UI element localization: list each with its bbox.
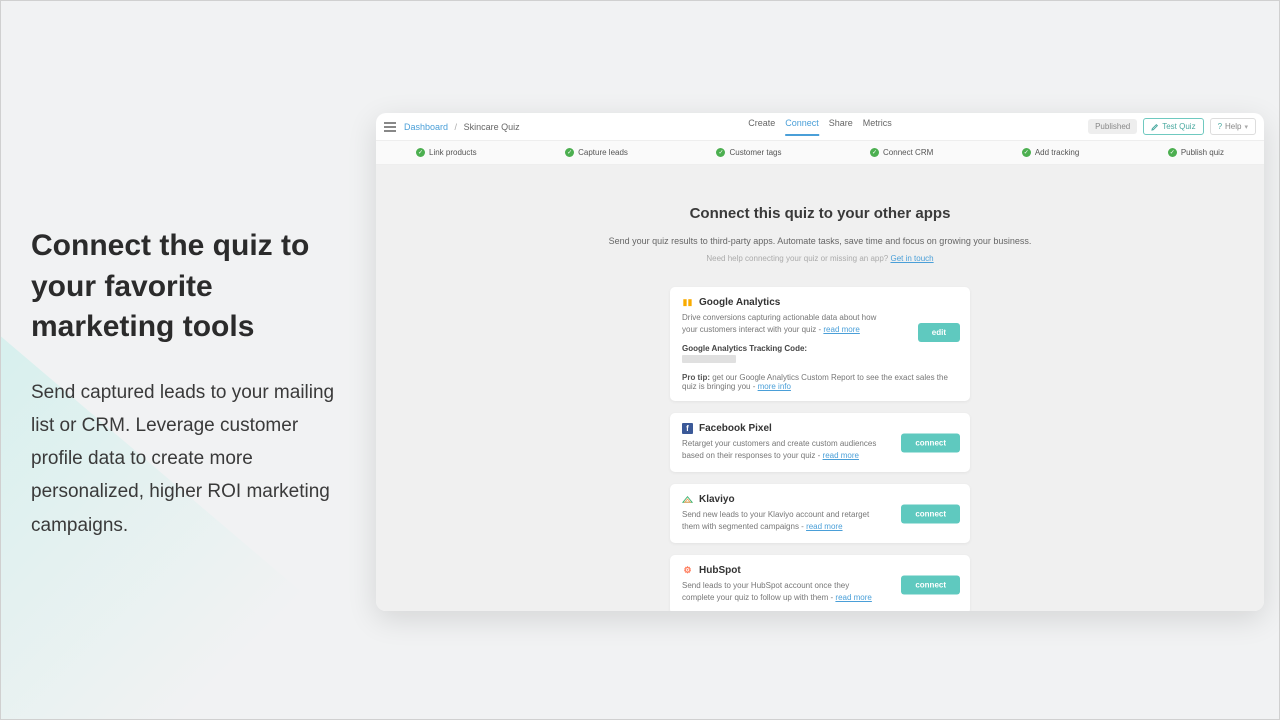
connect-button[interactable]: connect [901,433,960,452]
marketing-title: Connect the quiz to your favorite market… [31,226,351,348]
card-description: Send leads to your HubSpot account once … [682,580,882,604]
step-link-products[interactable]: Link products [416,148,477,157]
step-customer-tags[interactable]: Customer tags [716,148,781,157]
card-klaviyo: Klaviyo Send new leads to your Klaviyo a… [670,484,970,543]
card-hubspot: ⚙ HubSpot Send leads to your HubSpot acc… [670,555,970,611]
app-topbar: Dashboard / Skincare Quiz Create Connect… [376,113,1264,141]
main-tabs: Create Connect Share Metrics [748,118,892,136]
tab-metrics[interactable]: Metrics [863,118,892,136]
pro-tip: Pro tip: get our Google Analytics Custom… [682,373,958,391]
test-quiz-button[interactable]: Test Quiz [1143,118,1203,135]
question-icon: ? [1218,122,1222,131]
steps-bar: Link products Capture leads Customer tag… [376,141,1264,165]
step-add-tracking[interactable]: Add tracking [1022,148,1079,157]
tab-share[interactable]: Share [829,118,853,136]
klaviyo-icon [682,494,693,505]
connect-button[interactable]: connect [901,575,960,594]
check-icon [1022,148,1031,157]
step-label: Link products [429,148,477,157]
breadcrumb-separator: / [455,122,458,132]
read-more-link[interactable]: read more [823,451,859,460]
breadcrumb-root[interactable]: Dashboard [404,122,448,132]
breadcrumb-current: Skincare Quiz [464,122,520,132]
card-title: Facebook Pixel [699,423,772,434]
ga-tracking-section: Google Analytics Tracking Code: Pro tip:… [682,344,958,391]
check-icon [416,148,425,157]
step-label: Add tracking [1035,148,1079,157]
step-label: Publish quiz [1181,148,1224,157]
page-help: Need help connecting your quiz or missin… [406,254,1234,263]
tab-connect[interactable]: Connect [785,118,819,136]
topbar-actions: Published Test Quiz ? Help [1088,118,1256,135]
status-published: Published [1088,119,1137,134]
connect-button[interactable]: connect [901,504,960,523]
help-label: Help [1225,122,1241,131]
help-button[interactable]: ? Help [1210,118,1256,135]
tracking-label: Google Analytics Tracking Code: [682,344,958,353]
read-more-link[interactable]: read more [835,593,871,602]
check-icon [565,148,574,157]
step-publish-quiz[interactable]: Publish quiz [1168,148,1224,157]
hubspot-icon: ⚙ [682,565,693,576]
help-text: Need help connecting your quiz or missin… [706,254,890,263]
check-icon [870,148,879,157]
tracking-code-value [682,355,736,363]
app-window: Dashboard / Skincare Quiz Create Connect… [376,113,1264,611]
card-title: Google Analytics [699,297,780,308]
card-title: HubSpot [699,565,741,576]
menu-icon[interactable] [384,122,396,132]
read-more-link[interactable]: read more [823,325,859,334]
pro-tip-text: get our Google Analytics Custom Report t… [682,373,948,391]
check-icon [1168,148,1177,157]
more-info-link[interactable]: more info [758,382,791,391]
desc-text: Send leads to your HubSpot account once … [682,581,849,602]
facebook-icon: f [682,423,693,434]
card-google-analytics: ▮▮ Google Analytics Drive conversions ca… [670,287,970,401]
tab-create[interactable]: Create [748,118,775,136]
marketing-copy: Connect the quiz to your favorite market… [31,226,351,542]
marketing-subtitle: Send captured leads to your mailing list… [31,376,351,542]
step-label: Connect CRM [883,148,933,157]
step-capture-leads[interactable]: Capture leads [565,148,628,157]
page-title: Connect this quiz to your other apps [406,205,1234,222]
step-label: Customer tags [729,148,781,157]
card-description: Drive conversions capturing actionable d… [682,312,882,336]
integration-cards: ▮▮ Google Analytics Drive conversions ca… [670,287,970,611]
pro-tip-label: Pro tip: [682,373,710,382]
card-title: Klaviyo [699,494,735,505]
edit-button[interactable]: edit [918,323,960,342]
card-facebook-pixel: f Facebook Pixel Retarget your customers… [670,413,970,472]
page-subtitle: Send your quiz results to third-party ap… [406,236,1234,246]
google-analytics-icon: ▮▮ [682,297,693,308]
card-description: Send new leads to your Klaviyo account a… [682,509,882,533]
card-description: Retarget your customers and create custo… [682,438,882,462]
step-label: Capture leads [578,148,628,157]
app-body: Connect this quiz to your other apps Sen… [376,165,1264,611]
get-in-touch-link[interactable]: Get in touch [890,254,933,263]
read-more-link[interactable]: read more [806,522,842,531]
step-connect-crm[interactable]: Connect CRM [870,148,933,157]
edit-icon [1151,123,1159,131]
breadcrumb: Dashboard / Skincare Quiz [404,122,520,132]
check-icon [716,148,725,157]
test-quiz-label: Test Quiz [1162,122,1195,131]
